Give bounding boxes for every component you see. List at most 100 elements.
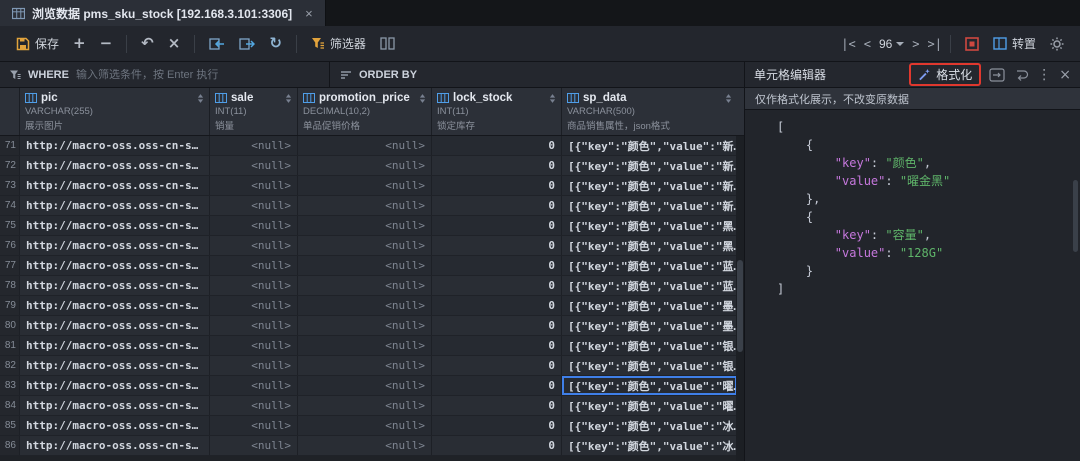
cell-pic[interactable]: http://macro-oss.oss-cn-s… <box>20 136 210 155</box>
panel-scrollbar-thumb[interactable] <box>1073 180 1078 252</box>
wrap-text-icon[interactable] <box>989 68 1005 82</box>
cell-pic[interactable]: http://macro-oss.oss-cn-s… <box>20 356 210 375</box>
row-number[interactable]: 77 <box>0 256 20 275</box>
undo-button[interactable]: ↶ <box>135 32 160 55</box>
cell-pic[interactable]: http://macro-oss.oss-cn-s… <box>20 276 210 295</box>
cell-sale[interactable]: <null> <box>210 176 298 195</box>
cell-sale[interactable]: <null> <box>210 336 298 355</box>
cell-pic[interactable]: http://macro-oss.oss-cn-s… <box>20 196 210 215</box>
last-page-button[interactable]: >| <box>928 37 942 51</box>
row-number[interactable]: 85 <box>0 416 20 435</box>
sort-icon[interactable] <box>549 93 556 104</box>
cell-sp-data[interactable]: [{"key":"颜色","value":"新… <box>562 196 737 215</box>
cell-pic[interactable]: http://macro-oss.oss-cn-s… <box>20 376 210 395</box>
cell-promotion-price[interactable]: <null> <box>298 316 432 335</box>
tab-close-icon[interactable]: × <box>305 6 313 21</box>
cell-pic[interactable]: http://macro-oss.oss-cn-s… <box>20 156 210 175</box>
row-number[interactable]: 83 <box>0 376 20 395</box>
row-number[interactable]: 80 <box>0 316 20 335</box>
close-panel-icon[interactable]: × <box>1059 68 1071 82</box>
cell-sale[interactable]: <null> <box>210 296 298 315</box>
first-page-button[interactable]: |< <box>841 37 855 51</box>
cell-sp-data[interactable]: [{"key":"颜色","value":"冰… <box>562 436 737 455</box>
add-row-button[interactable]: + <box>67 32 92 55</box>
cell-lock-stock[interactable]: 0 <box>432 396 562 415</box>
cell-lock-stock[interactable]: 0 <box>432 316 562 335</box>
cell-sp-data[interactable]: [{"key":"颜色","value":"蓝… <box>562 256 737 275</box>
cell-sp-data[interactable]: [{"key":"颜色","value":"墨… <box>562 296 737 315</box>
stop-button[interactable] <box>959 33 985 55</box>
cell-promotion-price[interactable]: <null> <box>298 376 432 395</box>
cell-promotion-price[interactable]: <null> <box>298 356 432 375</box>
cell-sp-data[interactable]: [{"key":"颜色","value":"银… <box>562 336 737 355</box>
cell-sale[interactable]: <null> <box>210 356 298 375</box>
row-number[interactable]: 82 <box>0 356 20 375</box>
cell-promotion-price[interactable]: <null> <box>298 136 432 155</box>
settings-button[interactable] <box>1044 33 1070 55</box>
cell-lock-stock[interactable]: 0 <box>432 256 562 275</box>
format-button[interactable]: 格式化 <box>909 63 981 86</box>
cell-lock-stock[interactable]: 0 <box>432 296 562 315</box>
cell-lock-stock[interactable]: 0 <box>432 196 562 215</box>
refresh-button[interactable]: ↻ <box>263 32 288 55</box>
row-number[interactable]: 75 <box>0 216 20 235</box>
vertical-scrollbar[interactable] <box>736 136 744 461</box>
cell-promotion-price[interactable]: <null> <box>298 276 432 295</box>
cell-sale[interactable]: <null> <box>210 136 298 155</box>
cell-lock-stock[interactable]: 0 <box>432 436 562 455</box>
cell-lock-stock[interactable]: 0 <box>432 156 562 175</box>
row-number[interactable]: 81 <box>0 336 20 355</box>
cell-sp-data[interactable]: [{"key":"颜色","value":"银… <box>562 356 737 375</box>
cell-sale[interactable]: <null> <box>210 416 298 435</box>
cell-lock-stock[interactable]: 0 <box>432 276 562 295</box>
cell-promotion-price[interactable]: <null> <box>298 336 432 355</box>
cell-promotion-price[interactable]: <null> <box>298 416 432 435</box>
row-number[interactable]: 72 <box>0 156 20 175</box>
cell-sp-data[interactable]: [{"key":"颜色","value":"新… <box>562 136 737 155</box>
page-size-dropdown[interactable]: 96 <box>879 37 904 51</box>
sort-icon[interactable] <box>725 93 732 104</box>
cell-sale[interactable]: <null> <box>210 396 298 415</box>
export-button[interactable] <box>233 33 261 55</box>
sort-icon[interactable] <box>419 93 426 104</box>
tab-browse-data[interactable]: 浏览数据 pms_sku_stock [192.168.3.101:3306] … <box>0 0 326 26</box>
cell-pic[interactable]: http://macro-oss.oss-cn-s… <box>20 336 210 355</box>
cell-lock-stock[interactable]: 0 <box>432 236 562 255</box>
cell-pic[interactable]: http://macro-oss.oss-cn-s… <box>20 396 210 415</box>
cell-sale[interactable]: <null> <box>210 196 298 215</box>
row-number[interactable]: 73 <box>0 176 20 195</box>
sort-icon[interactable] <box>197 93 204 104</box>
cell-promotion-price[interactable]: <null> <box>298 436 432 455</box>
cell-sp-data[interactable]: [{"key":"颜色","value":"曜… <box>562 376 737 395</box>
cell-sp-data[interactable]: [{"key":"颜色","value":"曜… <box>562 396 737 415</box>
row-number[interactable]: 79 <box>0 296 20 315</box>
column-header-promotion_price[interactable]: promotion_price DECIMAL(10,2) 单品促销价格 <box>298 88 432 135</box>
cell-sp-data[interactable]: [{"key":"颜色","value":"新… <box>562 156 737 175</box>
cell-lock-stock[interactable]: 0 <box>432 136 562 155</box>
column-visibility-button[interactable] <box>374 33 401 54</box>
cell-promotion-price[interactable]: <null> <box>298 156 432 175</box>
cell-promotion-price[interactable]: <null> <box>298 216 432 235</box>
cell-pic[interactable]: http://macro-oss.oss-cn-s… <box>20 256 210 275</box>
cell-promotion-price[interactable]: <null> <box>298 176 432 195</box>
row-number[interactable]: 86 <box>0 436 20 455</box>
cell-sale[interactable]: <null> <box>210 156 298 175</box>
cell-pic[interactable]: http://macro-oss.oss-cn-s… <box>20 436 210 455</box>
cell-sale[interactable]: <null> <box>210 256 298 275</box>
cell-sale[interactable]: <null> <box>210 436 298 455</box>
cell-promotion-price[interactable]: <null> <box>298 396 432 415</box>
expand-editor-icon[interactable] <box>1013 68 1029 82</box>
cell-lock-stock[interactable]: 0 <box>432 176 562 195</box>
cell-promotion-price[interactable]: <null> <box>298 256 432 275</box>
cell-pic[interactable]: http://macro-oss.oss-cn-s… <box>20 236 210 255</box>
delete-row-button[interactable]: − <box>94 32 119 55</box>
more-options-icon[interactable]: ⋮ <box>1037 68 1051 82</box>
cell-lock-stock[interactable]: 0 <box>432 376 562 395</box>
cell-promotion-price[interactable]: <null> <box>298 296 432 315</box>
column-header-sp_data[interactable]: sp_data VARCHAR(500) 商品销售属性，json格式 <box>562 88 737 135</box>
cell-sp-data[interactable]: [{"key":"颜色","value":"黑… <box>562 216 737 235</box>
cell-promotion-price[interactable]: <null> <box>298 196 432 215</box>
column-header-pic[interactable]: pic VARCHAR(255) 展示图片 <box>20 88 210 135</box>
cell-sp-data[interactable]: [{"key":"颜色","value":"墨… <box>562 316 737 335</box>
cell-lock-stock[interactable]: 0 <box>432 416 562 435</box>
